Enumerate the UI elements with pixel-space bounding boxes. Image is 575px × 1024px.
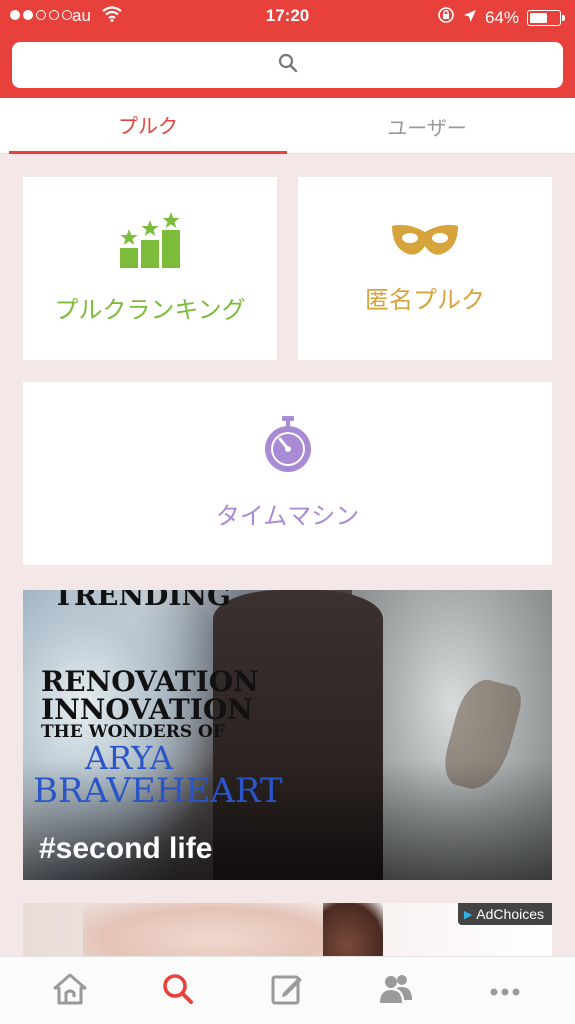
adchoices-label: AdChoices — [476, 906, 544, 922]
nav-home-button[interactable] — [50, 971, 90, 1011]
nav-users-button[interactable] — [376, 971, 416, 1011]
users-icon — [379, 973, 413, 1009]
ad-banner[interactable]: ▶ AdChoices — [23, 903, 552, 963]
time-machine-label: タイムマシン — [215, 502, 360, 530]
tab-users[interactable]: ユーザー — [288, 98, 566, 154]
anonymous-pulk-label: 匿名プルク — [365, 286, 485, 314]
ranking-stars-icon — [118, 212, 182, 272]
banner-caption: #second life — [39, 832, 213, 865]
ranking-card[interactable]: プルクランキング — [23, 177, 277, 360]
adchoices-button[interactable]: ▶ AdChoices — [457, 903, 552, 925]
app-header: au 17:20 64% — [0, 0, 575, 98]
tab-bar: プルク ユーザー — [0, 98, 575, 154]
ad-image — [83, 903, 343, 963]
banner-title-trending: TRENDING — [53, 590, 231, 612]
banner-text-arya: ARYA — [85, 739, 173, 777]
nav-search-button[interactable] — [158, 971, 198, 1011]
ranking-label: プルクランキング — [54, 296, 246, 324]
adchoices-icon: ▶ — [463, 908, 473, 921]
location-arrow-icon — [463, 8, 477, 28]
search-icon — [278, 53, 298, 77]
mask-icon — [390, 222, 460, 262]
banner-text-innovation: INNOVATION — [41, 693, 253, 726]
nav-more-button[interactable] — [485, 971, 525, 1011]
time-machine-card[interactable]: タイムマシン — [23, 382, 552, 565]
battery-icon — [527, 9, 565, 26]
anonymous-pulk-card[interactable]: 匿名プルク — [298, 177, 552, 360]
more-icon — [489, 982, 521, 1001]
nav-compose-button[interactable] — [267, 971, 307, 1011]
compose-icon — [271, 973, 303, 1009]
banner-text-renovation: RENOVATION — [41, 665, 259, 698]
banner-text-braveheart: BRAVEHEART — [33, 771, 283, 811]
search-input[interactable] — [12, 42, 563, 88]
battery-percent: 64% — [484, 7, 519, 27]
orientation-lock-icon — [437, 6, 455, 29]
home-icon — [53, 973, 87, 1009]
stopwatch-icon — [263, 416, 313, 478]
search-icon — [162, 973, 194, 1009]
bottom-nav — [0, 956, 575, 1024]
tab-pulk[interactable]: プルク — [9, 98, 287, 154]
status-bar: au 17:20 64% — [0, 0, 575, 34]
trending-banner[interactable]: TRENDING RENOVATION INNOVATION THE WONDE… — [23, 590, 552, 880]
